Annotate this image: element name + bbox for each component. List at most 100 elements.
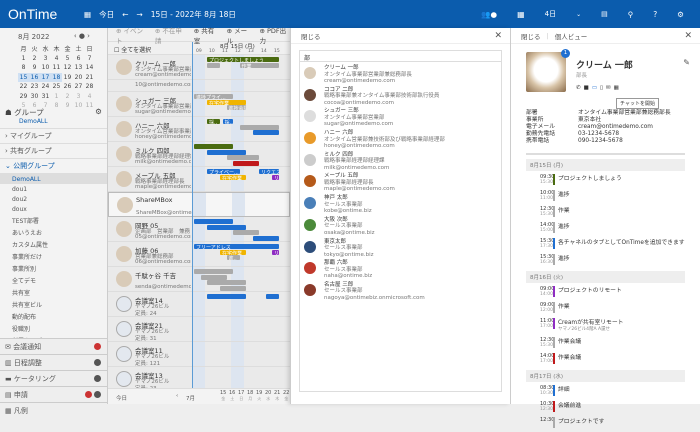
group-item[interactable]: 事業所別: [0, 262, 107, 274]
calendar-day[interactable]: 29: [18, 92, 29, 102]
event-bar[interactable]: [252, 235, 279, 241]
search-result-item[interactable]: クリーム 一郎 オンタイム事業部営業部兼総務部長 cream@ontimedemo.…: [300, 65, 501, 87]
search-result-item[interactable]: メープル 五郎 戦略事業部経理部長 maple@ontimedemo.com: [300, 173, 501, 195]
agenda-event[interactable]: 08:30 10:30 詳細: [526, 384, 685, 400]
resource-row[interactable]: ShareMBox ShareMBox@ontimedemo.com: [108, 192, 290, 217]
resource-row[interactable]: 加藤 06 営業部兼総務部 06@ontimedemo.com フリーアドレス在…: [108, 242, 290, 267]
calendar-day[interactable]: 12: [62, 63, 73, 73]
add-icon[interactable]: [94, 391, 101, 398]
footer-day[interactable]: 21 木: [274, 391, 280, 402]
calendar-day[interactable]: 7: [84, 54, 95, 64]
event-bar[interactable]: リモ: [272, 174, 279, 180]
event-bar[interactable]: 在宅作業: [220, 174, 246, 180]
event-bar[interactable]: [265, 294, 279, 299]
calendar-day[interactable]: 22: [18, 82, 29, 92]
resource-row[interactable]: メープル 五郎 戦略事業部経理部長 maple@ontimedemo.com プ…: [108, 167, 290, 192]
agenda-event[interactable]: 14:00 15:00 進捗: [526, 221, 685, 237]
group-item[interactable]: あいうえお: [0, 226, 107, 238]
group-item[interactable]: 役職別: [0, 322, 107, 334]
calendar-day[interactable]: 13: [73, 63, 84, 73]
agenda-event[interactable]: 10:30 12:30 会議前進: [526, 400, 685, 416]
calendar-day[interactable]: 4: [51, 54, 62, 64]
event-bar[interactable]: [207, 294, 246, 299]
calendar-day[interactable]: 3: [73, 92, 84, 102]
calendar-day[interactable]: 26: [62, 82, 73, 92]
footer-day[interactable]: 15 金: [220, 391, 226, 402]
close-icon[interactable]: ✕: [684, 31, 692, 41]
event-bar[interactable]: [200, 274, 227, 280]
event-bar[interactable]: 進捗会議: [226, 105, 246, 110]
resource-row[interactable]: シュガー 三郎 オンタイム事業部営業部 sugar@ontimedemo.com…: [108, 92, 290, 117]
search-result-item[interactable]: ココア 二郎 戦略事業部兼オンタイム事業部技術部執行役員 cocoa@ontimed…: [300, 87, 501, 109]
event-bar[interactable]: リクエス: [259, 169, 279, 174]
bottom-menu-item[interactable]: ▥ 日程調整: [0, 354, 107, 370]
group-item[interactable]: 動的配布: [0, 310, 107, 322]
chat-icon[interactable]: ▭: [592, 85, 597, 91]
resource-row[interactable]: 10@ontimedemo.com: [108, 80, 290, 92]
resource-row[interactable]: 会議室14 ヤマノ26ビル 定員: 24: [108, 292, 290, 317]
close-button[interactable]: 閉じる: [301, 31, 321, 41]
event-bar[interactable]: フリーアドレス: [194, 244, 279, 249]
resource-row[interactable]: 会議室13 ヤマノ26ビル 定員: 23: [108, 367, 290, 388]
calendar-day[interactable]: 18: [51, 72, 62, 82]
footer-prev-icon[interactable]: ‹: [176, 393, 178, 399]
calendar-day[interactable]: 14: [84, 63, 95, 73]
select-all-checkbox[interactable]: ☐ 全てを選択: [114, 45, 151, 54]
group-item[interactable]: 共有室: [0, 286, 107, 298]
agenda-event[interactable]: 15:30 16:30 進捗: [526, 253, 685, 269]
footer-day[interactable]: 16 土: [229, 391, 235, 402]
folder-public-groups[interactable]: ⌄ 公開グループ: [0, 159, 107, 174]
calendar-day[interactable]: 9: [29, 63, 40, 73]
close-icon[interactable]: ✕: [494, 31, 502, 41]
group-item[interactable]: 事業所だけ: [0, 250, 107, 262]
calendar-day[interactable]: 3: [40, 54, 51, 64]
calendar-day[interactable]: 1: [18, 54, 29, 64]
agenda-event[interactable]: 12:30 15:30 作業: [526, 205, 685, 221]
group-item[interactable]: 全てデモ: [0, 274, 107, 286]
calendar-day[interactable]: 23: [29, 82, 40, 92]
add-icon[interactable]: [94, 359, 101, 366]
event-bar[interactable]: [194, 144, 233, 149]
calendar-day[interactable]: 21: [84, 73, 95, 83]
event-bar[interactable]: 採..: [207, 119, 220, 124]
close-button[interactable]: 閉じる: [521, 31, 541, 41]
footer-today-button[interactable]: 今日: [116, 394, 127, 402]
calendar-icon[interactable]: ▦: [84, 10, 91, 19]
calendar-day[interactable]: 5: [62, 54, 73, 64]
people-toggle[interactable]: 👥●: [481, 10, 497, 19]
folder-my-groups[interactable]: › マイグループ: [0, 129, 107, 144]
resource-row[interactable]: 会議室21 ヤマノ26ビル 定員: 31: [108, 317, 290, 342]
calendar-day[interactable]: 17: [40, 72, 51, 82]
today-button[interactable]: 今日: [99, 9, 114, 20]
calendar-day[interactable]: 6: [73, 54, 84, 64]
agenda-event[interactable]: 15:3017:30各チャネルのタブとしてOnTimeを追加できます！ メン..…: [526, 237, 685, 253]
group-item[interactable]: DemoALL: [0, 174, 107, 184]
search-result-item[interactable]: ミルク 四郎 戦略事業部経理部経理課 milk@ontimedemo.com: [300, 152, 501, 174]
group-item[interactable]: dou1: [0, 184, 107, 194]
resource-row[interactable]: ハニー 六郎 オンタイム営業部事業部 honey@ontimedemo.com …: [108, 117, 290, 142]
event-bar[interactable]: [239, 124, 279, 130]
calendar-day[interactable]: 19: [62, 73, 73, 83]
calendar-day[interactable]: 30: [29, 92, 40, 102]
agenda-event[interactable]: 09:00 12:00 作業: [526, 301, 685, 317]
calendar-day[interactable]: 4: [84, 92, 95, 102]
group-item[interactable]: 共有室ビル: [0, 298, 107, 310]
event-bar[interactable]: [207, 149, 246, 155]
add-icon[interactable]: [94, 375, 101, 382]
calendar-day[interactable]: 15: [18, 72, 29, 82]
agenda-event[interactable]: 09:00 14:00 プロジェクトのリモート: [526, 285, 685, 301]
event-bar[interactable]: リモ: [272, 249, 279, 255]
month-nav[interactable]: ‹ ● ›: [74, 32, 90, 42]
footer-day[interactable]: 22 金: [283, 391, 289, 402]
event-bar[interactable]: [194, 219, 233, 224]
phone-icon[interactable]: ✆: [576, 85, 581, 91]
video-icon[interactable]: ■: [584, 85, 589, 91]
event-bar[interactable]: [233, 230, 259, 235]
event-bar[interactable]: [207, 62, 220, 68]
footer-day[interactable]: 19 火: [256, 391, 262, 402]
calendar-day[interactable]: 24: [40, 82, 51, 92]
event-bar[interactable]: 採..: [222, 119, 233, 124]
bottom-menu-item[interactable]: ▬ ケータリング: [0, 370, 107, 386]
mail-icon[interactable]: ✉: [606, 85, 611, 91]
prev-arrow-icon[interactable]: ←: [122, 10, 128, 19]
